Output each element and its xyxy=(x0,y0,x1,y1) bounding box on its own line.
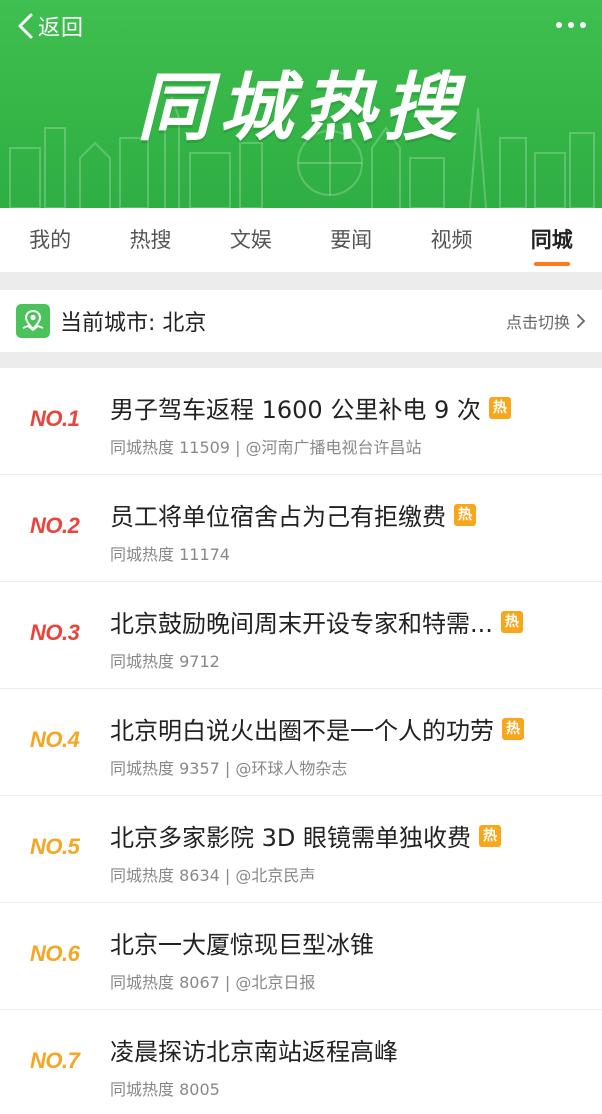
item-meta: 同城热度 11509 | @河南广播电视台许昌站 xyxy=(110,438,422,457)
item-title: 北京鼓励晚间周末开设专家和特需... xyxy=(110,610,493,638)
tab-entertainment[interactable]: 文娱 xyxy=(201,208,301,272)
hot-badge: 热 xyxy=(479,824,502,847)
rank-label: NO.3 xyxy=(30,620,80,645)
chevron-left-icon xyxy=(18,13,33,39)
switch-city-button[interactable]: 点击切换 xyxy=(506,309,586,333)
rank-label: NO.4 xyxy=(30,727,80,752)
item-meta: 同城热度 8634 | @北京民声 xyxy=(110,866,316,885)
hot-badge: 热 xyxy=(488,396,511,419)
hot-search-list: NO.1 男子驾车返程 1600 公里补电 9 次 热 同城热度 11509 |… xyxy=(0,368,602,1114)
item-title: 员工将单位宿舍占为己有拒缴费 xyxy=(110,503,446,531)
rank-label: NO.2 xyxy=(30,513,80,538)
rank-label: NO.6 xyxy=(30,941,80,966)
switch-city-label: 点击切换 xyxy=(505,313,570,332)
list-item[interactable]: NO.5 北京多家影院 3D 眼镜需单独收费 热 同城热度 8634 | @北京… xyxy=(0,796,602,903)
page-title: 同城热搜 xyxy=(137,65,465,151)
back-button[interactable]: 返回 xyxy=(14,10,84,42)
list-item[interactable]: NO.6 北京一大厦惊现巨型冰锥 同城热度 8067 | @北京日报 xyxy=(0,903,602,1010)
city-bar: 当前城市: 北京 点击切换 xyxy=(0,290,602,352)
rank-label: NO.1 xyxy=(30,406,80,431)
item-title: 男子驾车返程 1600 公里补电 9 次 xyxy=(110,396,481,424)
back-label: 返回 xyxy=(38,16,85,41)
header-banner: 返回 同城热搜 xyxy=(0,0,602,208)
tab-bar: 我的 热搜 文娱 要闻 视频 同城 xyxy=(0,208,602,272)
item-meta: 同城热度 11174 xyxy=(110,545,230,564)
tab-mine[interactable]: 我的 xyxy=(0,208,100,272)
tab-news[interactable]: 要闻 xyxy=(301,208,401,272)
hot-badge: 热 xyxy=(500,610,523,633)
item-title: 北京明白说火出圈不是一个人的功劳 xyxy=(110,717,494,745)
list-item[interactable]: NO.2 员工将单位宿舍占为己有拒缴费 热 同城热度 11174 xyxy=(0,475,602,582)
chevron-right-icon xyxy=(577,314,586,328)
list-item[interactable]: NO.1 男子驾车返程 1600 公里补电 9 次 热 同城热度 11509 |… xyxy=(0,368,602,475)
more-dots-icon xyxy=(556,22,562,28)
item-meta: 同城热度 8005 xyxy=(110,1080,220,1099)
list-item[interactable]: NO.7 凌晨探访北京南站返程高峰 同城热度 8005 xyxy=(0,1010,602,1114)
list-item[interactable]: NO.4 北京明白说火出圈不是一个人的功劳 热 同城热度 9357 | @环球人… xyxy=(0,689,602,796)
item-meta: 同城热度 9712 xyxy=(110,652,220,671)
rank-label: NO.7 xyxy=(30,1048,80,1073)
item-title: 凌晨探访北京南站返程高峰 xyxy=(110,1038,398,1066)
item-title: 北京一大厦惊现巨型冰锥 xyxy=(110,931,374,959)
more-button[interactable] xyxy=(556,22,586,28)
item-meta: 同城热度 8067 | @北京日报 xyxy=(110,973,316,992)
current-city-label: 当前城市: 北京 xyxy=(60,311,207,336)
item-meta: 同城热度 9357 | @环球人物杂志 xyxy=(110,759,348,778)
hot-badge: 热 xyxy=(502,717,524,740)
hot-badge: 热 xyxy=(454,503,476,526)
tab-local[interactable]: 同城 xyxy=(502,208,602,272)
list-item[interactable]: NO.3 北京鼓励晚间周末开设专家和特需... 热 同城热度 9712 xyxy=(0,582,602,689)
tab-hot-search[interactable]: 热搜 xyxy=(100,208,200,272)
tab-video[interactable]: 视频 xyxy=(401,208,501,272)
location-map-icon xyxy=(16,304,50,338)
rank-label: NO.5 xyxy=(30,834,80,859)
item-title: 北京多家影院 3D 眼镜需单独收费 xyxy=(110,824,472,852)
